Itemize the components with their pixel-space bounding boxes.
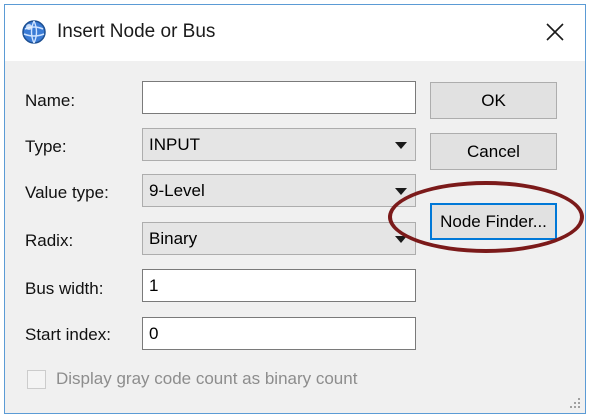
cancel-button[interactable]: Cancel (430, 133, 557, 170)
ok-button[interactable]: OK (430, 82, 557, 119)
value-type-select[interactable]: 9-Level (142, 174, 416, 207)
start-index-label: Start index: (25, 325, 111, 344)
dropdown-arrow-icon (395, 236, 407, 243)
type-label: Type: (25, 137, 67, 156)
close-button[interactable] (539, 17, 571, 47)
start-index-field[interactable] (142, 317, 416, 350)
type-select[interactable]: INPUT (142, 128, 416, 161)
resize-grip-icon[interactable] (569, 397, 581, 409)
insert-node-dialog: Insert Node or Bus Name: Type: INPUT Val… (4, 4, 586, 414)
bus-width-label: Bus width: (25, 279, 104, 298)
value-type-select-value: 9-Level (149, 181, 205, 200)
type-select-value: INPUT (149, 135, 200, 154)
name-field[interactable] (142, 81, 416, 114)
title-bar: Insert Node or Bus (5, 5, 585, 61)
name-label: Name: (25, 91, 76, 110)
gray-code-checkbox-label: Display gray code count as binary count (56, 369, 358, 388)
dialog-title: Insert Node or Bus (57, 21, 216, 42)
bus-width-field[interactable] (142, 269, 416, 302)
value-type-label: Value type: (25, 183, 109, 202)
dropdown-arrow-icon (395, 188, 407, 195)
radix-select[interactable]: Binary (142, 222, 416, 255)
node-finder-button[interactable]: Node Finder... (430, 203, 557, 240)
close-icon (546, 23, 564, 41)
app-globe-icon (22, 20, 46, 44)
radix-label: Radix: (25, 231, 74, 250)
dropdown-arrow-icon (395, 142, 407, 149)
radix-select-value: Binary (149, 229, 198, 248)
gray-code-checkbox[interactable] (27, 370, 46, 389)
